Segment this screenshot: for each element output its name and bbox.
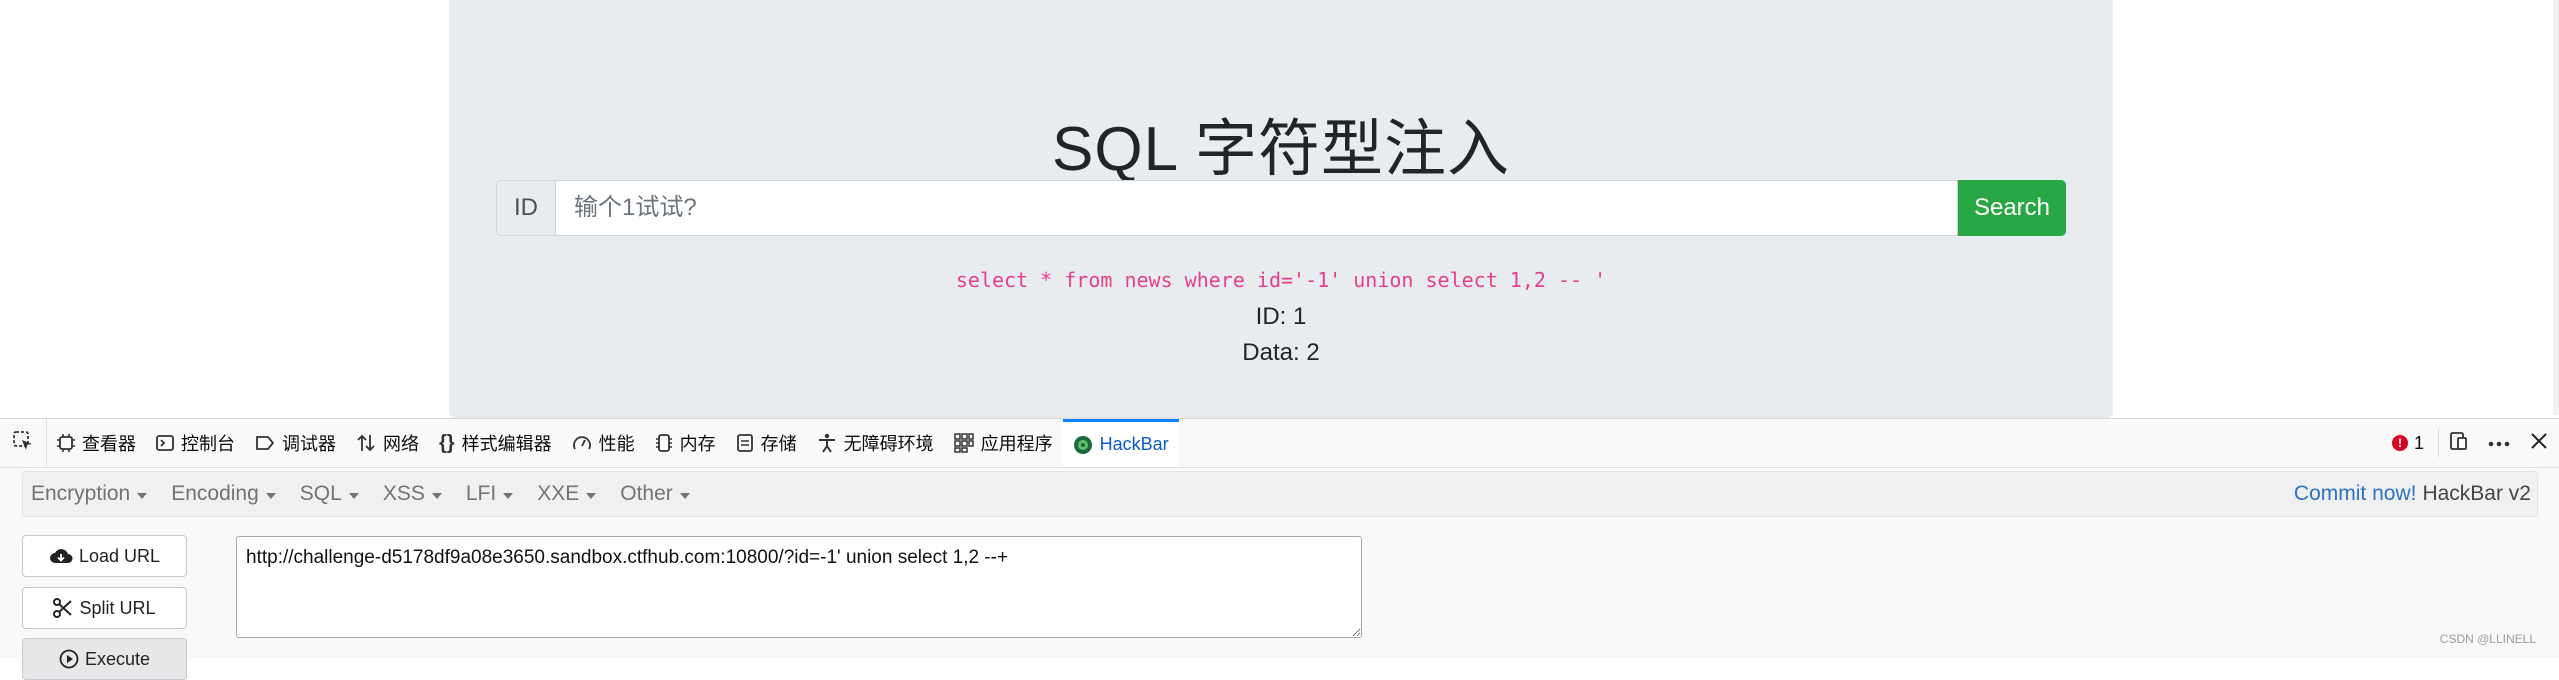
chevron-down-icon bbox=[137, 492, 148, 499]
element-picker-icon bbox=[12, 430, 34, 457]
menu-xss-label: XSS bbox=[382, 482, 425, 505]
tab-network-label: 网络 bbox=[383, 434, 419, 454]
menu-encoding-label: Encoding bbox=[171, 482, 259, 505]
page-title: SQL 字符型注入 bbox=[1052, 115, 1510, 184]
page-jumbotron: SQL 字符型注入 ID Search select * from news w… bbox=[449, 0, 2113, 418]
hackbar-icon bbox=[1073, 435, 1093, 455]
tab-debugger[interactable]: 调试器 bbox=[245, 419, 346, 467]
menu-sql-label: SQL bbox=[299, 482, 342, 505]
debugger-icon bbox=[255, 435, 275, 451]
tab-accessibility-label: 无障碍环境 bbox=[843, 434, 934, 454]
menu-xxe-label: XXE bbox=[537, 482, 580, 505]
menu-lfi[interactable]: LFI bbox=[458, 482, 529, 506]
tab-style-editor[interactable]: {} 样式编辑器 bbox=[429, 419, 562, 467]
menu-sql[interactable]: SQL bbox=[292, 482, 375, 506]
play-icon bbox=[59, 649, 79, 669]
result-data: Data: 2 bbox=[1242, 339, 1320, 366]
tab-hackbar-label: HackBar bbox=[1099, 434, 1169, 454]
tab-performance-label: 性能 bbox=[598, 434, 635, 454]
tab-storage-label: 存储 bbox=[760, 434, 797, 454]
menu-xss[interactable]: XSS bbox=[375, 482, 458, 506]
chevron-down-icon bbox=[503, 492, 514, 499]
tab-accessibility[interactable]: 无障碍环境 bbox=[807, 419, 944, 467]
chevron-down-icon bbox=[586, 492, 597, 499]
tab-debugger-label: 调试器 bbox=[282, 434, 336, 454]
load-url-label: Load URL bbox=[78, 545, 161, 566]
tab-application[interactable]: 应用程序 bbox=[944, 419, 1063, 467]
split-url-button[interactable]: Split URL bbox=[22, 587, 187, 629]
sql-query-text: select * from news where id='-1' union s… bbox=[955, 268, 1607, 292]
inspector-icon bbox=[57, 434, 75, 452]
console-icon bbox=[156, 434, 174, 452]
execute-button[interactable]: Execute bbox=[22, 638, 187, 680]
menu-encryption-label: Encryption bbox=[31, 482, 131, 505]
accessibility-icon bbox=[817, 433, 837, 453]
tab-inspector-label: 查看器 bbox=[82, 434, 136, 454]
tab-storage[interactable]: 存储 bbox=[726, 419, 807, 467]
tab-hackbar[interactable]: HackBar bbox=[1062, 419, 1179, 467]
error-count: 1 bbox=[2413, 432, 2424, 453]
tab-memory-label: 内存 bbox=[679, 434, 716, 454]
split-url-label: Split URL bbox=[79, 597, 156, 618]
element-picker-button[interactable] bbox=[0, 419, 47, 467]
responsive-design-button[interactable] bbox=[2439, 419, 2479, 467]
error-counter[interactable]: ! 1 bbox=[2378, 433, 2438, 454]
tab-performance[interactable]: 性能 bbox=[562, 419, 645, 467]
search-form: ID Search bbox=[496, 180, 2066, 236]
chevron-down-icon bbox=[679, 492, 690, 499]
chevron-down-icon bbox=[348, 492, 359, 499]
tab-console-label: 控制台 bbox=[181, 434, 235, 454]
menu-xxe[interactable]: XXE bbox=[529, 482, 612, 506]
hackbar-commit: Commit now! HackBar v2 bbox=[2294, 472, 2531, 516]
result-id: ID: 1 bbox=[1255, 303, 1307, 330]
watermark: CSDN @LLINELL bbox=[2439, 632, 2536, 646]
close-devtools-button[interactable] bbox=[2519, 419, 2559, 467]
search-button[interactable]: Search bbox=[1958, 180, 2066, 236]
close-icon bbox=[2530, 432, 2548, 455]
tab-network[interactable]: 网络 bbox=[346, 419, 429, 467]
menu-other-label: Other bbox=[620, 482, 673, 505]
storage-icon bbox=[736, 433, 754, 453]
load-url-button[interactable]: Load URL bbox=[22, 535, 187, 577]
more-options-button[interactable] bbox=[2479, 419, 2519, 467]
responsive-design-icon bbox=[2449, 431, 2469, 456]
id-input[interactable] bbox=[555, 180, 1958, 236]
cloud-download-icon bbox=[49, 547, 73, 565]
chevron-down-icon bbox=[431, 492, 442, 499]
network-icon bbox=[356, 434, 376, 452]
tab-console[interactable]: 控制台 bbox=[146, 419, 245, 467]
commit-now-link[interactable]: Commit now! bbox=[2294, 482, 2417, 506]
menu-encryption[interactable]: Encryption bbox=[23, 482, 163, 506]
tab-inspector[interactable]: 查看器 bbox=[47, 419, 146, 467]
menu-encoding[interactable]: Encoding bbox=[163, 482, 292, 506]
menu-other[interactable]: Other bbox=[612, 482, 706, 506]
menu-lfi-label: LFI bbox=[465, 482, 497, 505]
url-textarea[interactable]: http://challenge-d5178df9a08e3650.sandbo… bbox=[236, 536, 1362, 638]
tab-memory[interactable]: 内存 bbox=[645, 419, 726, 467]
page-scrollbar[interactable] bbox=[2553, 0, 2559, 415]
style-editor-icon: {} bbox=[439, 431, 455, 454]
devtools-toolbar: 查看器 控制台 调试器 网络 {} 样式编辑器 性能 内存 存储 无障碍环境 应… bbox=[0, 419, 2559, 468]
tab-application-label: 应用程序 bbox=[980, 434, 1053, 454]
hackbar-version: HackBar v2 bbox=[2422, 482, 2531, 505]
tab-style-editor-label: 样式编辑器 bbox=[461, 434, 552, 454]
performance-icon bbox=[572, 434, 592, 452]
execute-label: Execute bbox=[84, 648, 151, 669]
chevron-down-icon bbox=[265, 492, 276, 499]
error-icon: ! bbox=[2391, 435, 2408, 451]
hackbar-menu-bar: Encryption Encoding SQL XSS LFI XXE Othe… bbox=[22, 471, 2538, 517]
memory-icon bbox=[655, 433, 673, 453]
more-options-icon bbox=[2488, 434, 2510, 452]
application-icon bbox=[953, 433, 974, 453]
scissors-icon bbox=[53, 598, 73, 618]
id-prefix-label: ID bbox=[496, 180, 555, 236]
devtools-toolbar-right: ! 1 bbox=[2378, 419, 2559, 467]
